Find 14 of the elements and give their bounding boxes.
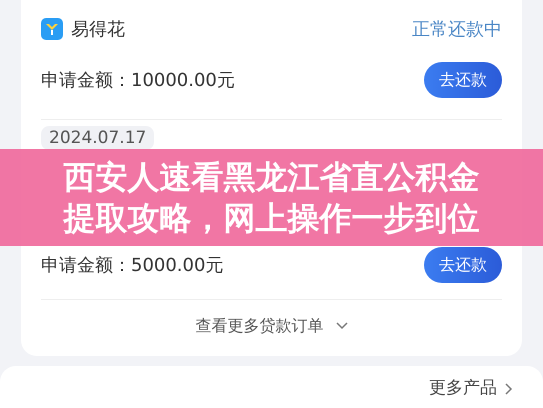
order-date: 2024.07.17 <box>41 126 154 150</box>
more-products-link[interactable]: 更多产品 <box>429 376 497 402</box>
headline-text: 西安人速看黑龙江省直公积金 <box>64 156 480 198</box>
chevron-right-icon <box>505 382 513 395</box>
app-logo-icon <box>41 18 63 40</box>
headline-text: 提取攻略，网上操作一步到位 <box>64 198 480 238</box>
product-name: 易得花 <box>71 18 125 42</box>
order-status: 正常还款中 <box>412 18 502 42</box>
repay-button[interactable]: 去还款 <box>424 62 502 98</box>
repay-button[interactable]: 去还款 <box>424 247 502 283</box>
loan-amount: 申请金额：10000.00元 <box>41 68 235 92</box>
chevron-down-icon <box>336 322 348 330</box>
more-orders-link[interactable]: 查看更多贷款订单 <box>196 314 324 338</box>
loan-amount: 申请金额：5000.00元 <box>41 254 224 278</box>
